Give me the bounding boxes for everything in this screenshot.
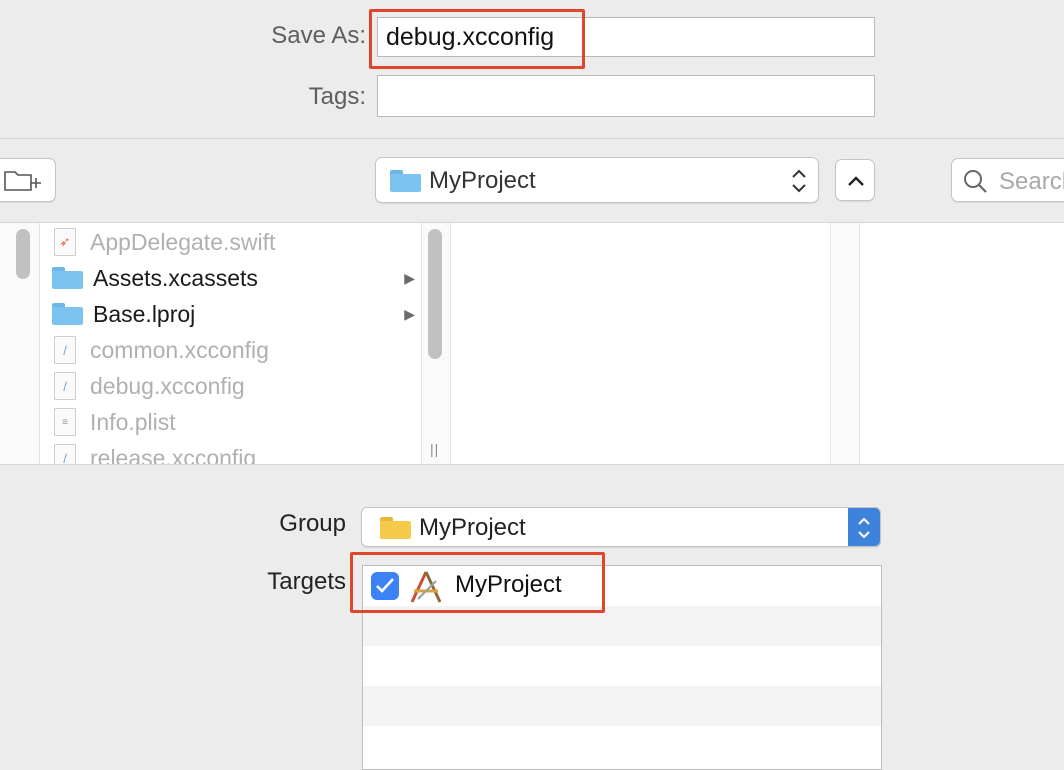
column-scrollbar[interactable] (428, 229, 442, 359)
file-name: common.xcconfig (90, 336, 269, 363)
disclosure-triangle-icon: ▶ (404, 269, 415, 286)
chevron-up-down-icon (792, 169, 806, 193)
column-divider[interactable] (830, 223, 860, 464)
file-name: Base.lproj (93, 300, 196, 327)
xcconfig-file-icon: / (54, 444, 76, 464)
xcconfig-file-icon: / (54, 336, 76, 364)
column-browser: ➶ AppDelegate.swift Assets.xcassets ▶ Ba… (0, 223, 1064, 464)
column-resize-handle[interactable]: || (430, 441, 439, 457)
expand-collapse-button[interactable] (835, 159, 875, 201)
search-placeholder: Search (999, 168, 1064, 195)
highlight-box-target (350, 552, 605, 613)
list-item[interactable]: ≡ Info.plist (40, 404, 421, 440)
disclosure-triangle-icon: ▶ (404, 305, 415, 322)
tags-label: Tags: (308, 83, 366, 110)
search-icon (964, 170, 987, 193)
swift-file-icon: ➶ (54, 228, 76, 256)
file-list: ➶ AppDelegate.swift Assets.xcassets ▶ Ba… (40, 223, 421, 464)
chevron-up-down-icon (858, 517, 870, 539)
new-folder-icon (4, 171, 41, 191)
left-scrollbar[interactable] (16, 229, 30, 279)
folder-icon (52, 303, 83, 325)
new-folder-button[interactable] (0, 158, 56, 202)
plist-file-icon: ≡ (54, 408, 76, 436)
popup-arrows (848, 508, 880, 546)
group-popup[interactable]: MyProject (361, 507, 881, 547)
targets-label: Targets (267, 568, 346, 595)
folder-icon (390, 170, 421, 192)
file-name: debug.xcconfig (90, 372, 245, 399)
list-item[interactable]: ➶ AppDelegate.swift (40, 224, 421, 260)
list-item[interactable]: Assets.xcassets ▶ (40, 260, 421, 296)
file-name: Assets.xcassets (93, 264, 258, 291)
file-name: AppDelegate.swift (90, 228, 276, 255)
folder-icon (52, 267, 83, 289)
browser-bottom-divider (0, 464, 1064, 465)
file-name: Info.plist (90, 408, 176, 435)
xcconfig-file-icon: / (54, 372, 76, 400)
group-value: MyProject (419, 514, 526, 541)
group-label: Group (279, 510, 346, 537)
location-popup[interactable]: MyProject (375, 157, 819, 203)
list-item[interactable]: Base.lproj ▶ (40, 296, 421, 332)
chevron-up-icon (848, 176, 864, 186)
search-field[interactable]: Search (951, 158, 1064, 202)
top-divider (0, 138, 1064, 139)
list-item[interactable]: / debug.xcconfig (40, 368, 421, 404)
tags-field[interactable] (377, 75, 875, 117)
list-item[interactable]: / common.xcconfig (40, 332, 421, 368)
folder-icon (380, 517, 411, 539)
highlight-box-filename (369, 9, 585, 69)
list-item[interactable]: / release.xcconfig (40, 440, 421, 464)
file-name: release.xcconfig (90, 444, 257, 465)
save-as-label: Save As: (271, 22, 366, 49)
location-label: MyProject (429, 167, 536, 194)
